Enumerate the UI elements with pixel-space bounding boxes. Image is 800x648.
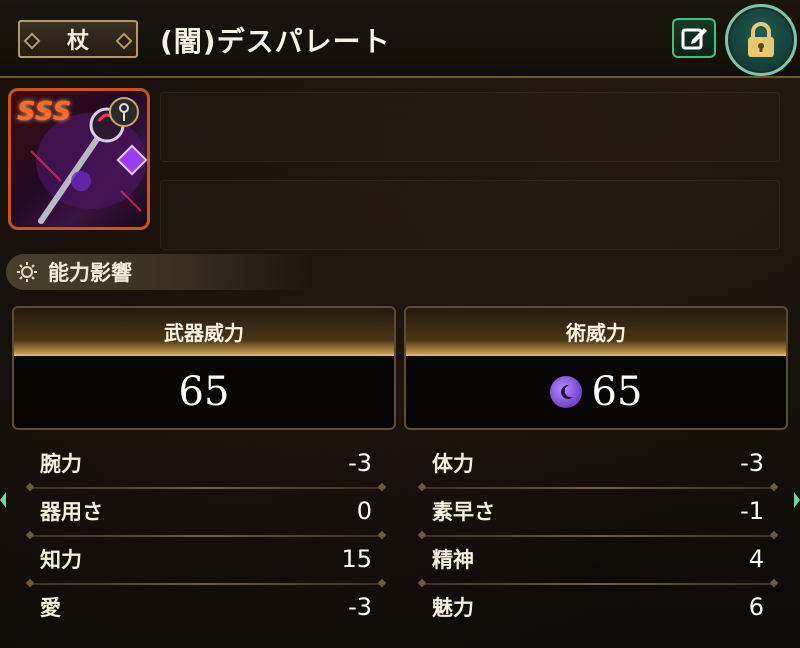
sun-icon	[16, 261, 38, 283]
background-list-item	[160, 92, 780, 162]
art-power-value-row: 65	[406, 356, 786, 428]
stat-row-love: 愛 -3	[40, 584, 372, 630]
art-power-panel: 術威力 65	[404, 306, 788, 430]
stat-label: 愛	[40, 596, 61, 620]
stat-row-vitality: 体力 -3	[432, 440, 764, 486]
stat-label: 器用さ	[40, 500, 103, 524]
weapon-power-panel: 武器威力 65	[12, 306, 396, 430]
stat-row-charm: 魅力 6	[432, 584, 764, 630]
stat-label: 素早さ	[432, 500, 495, 524]
background-list-item	[160, 180, 780, 250]
weapon-power-label: 武器威力	[14, 308, 394, 356]
edit-button[interactable]	[672, 18, 716, 58]
stat-value: 0	[356, 497, 372, 525]
stat-value: -3	[348, 593, 372, 621]
edit-icon	[681, 28, 707, 50]
section-title: 能力影響	[48, 261, 132, 285]
stat-value: -3	[348, 449, 372, 477]
stat-row-intelligence: 知力 15	[40, 536, 372, 582]
dark-moon-icon	[549, 376, 582, 408]
scroll-left-arrow-icon[interactable]	[0, 492, 6, 508]
weapon-icon[interactable]: SSS	[8, 88, 150, 230]
weapon-power-value-row: 65	[14, 356, 394, 428]
stat-value: 15	[341, 545, 372, 573]
stat-row-strength: 腕力 -3	[40, 440, 372, 486]
scroll-right-arrow-icon[interactable]	[794, 492, 800, 508]
weapon-header: 杖 (闇)デスパレート	[0, 0, 800, 78]
weapon-power-value: 65	[178, 369, 230, 415]
stat-label: 知力	[40, 548, 82, 572]
weapon-name: (闇)デスパレート	[160, 25, 391, 58]
stat-value: -3	[740, 449, 764, 477]
stat-label: 体力	[432, 452, 474, 476]
stat-row-spirit: 精神 4	[432, 536, 764, 582]
lock-button[interactable]	[725, 4, 797, 76]
stat-value: -1	[740, 497, 764, 525]
stat-label: 腕力	[40, 452, 82, 476]
stat-row-dexterity: 器用さ 0	[40, 488, 372, 534]
stat-value: 6	[748, 593, 764, 621]
section-header: 能力影響	[6, 254, 312, 290]
art-power-label: 術威力	[406, 308, 786, 356]
stat-label: 魅力	[432, 596, 474, 620]
stat-label: 精神	[432, 548, 474, 572]
stat-value: 4	[748, 545, 764, 573]
rarity-badge: SSS	[17, 97, 72, 127]
art-power-value: 65	[591, 369, 643, 415]
lock-icon	[748, 22, 774, 57]
stat-row-agility: 素早さ -1	[432, 488, 764, 534]
weapon-category-badge: 杖	[18, 20, 138, 58]
staff-type-icon	[109, 97, 139, 127]
